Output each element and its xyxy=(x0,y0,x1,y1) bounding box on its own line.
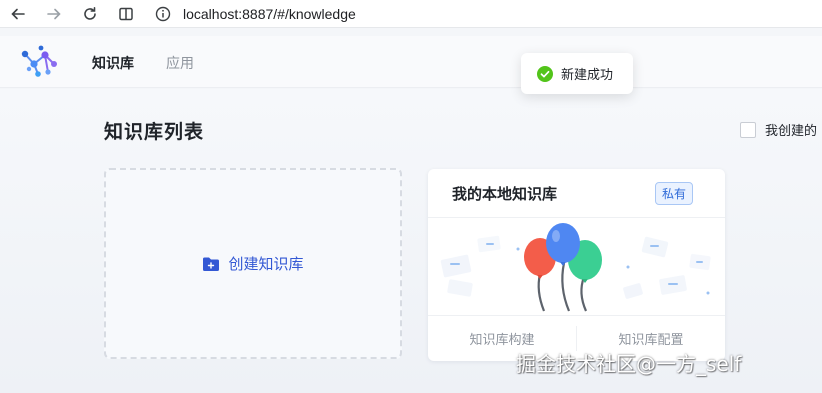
balloons-illustration xyxy=(440,223,711,312)
reload-icon[interactable] xyxy=(79,3,101,25)
created-by-me-filter[interactable]: 我创建的 xyxy=(740,120,817,139)
app-header: 知识库 应用 xyxy=(0,36,822,88)
create-knowledge-button[interactable]: 创建知识库 xyxy=(202,253,304,274)
tab-apps[interactable]: 应用 xyxy=(166,53,194,73)
created-by-me-checkbox[interactable] xyxy=(740,121,756,138)
create-knowledge-card[interactable]: 创建知识库 xyxy=(104,168,402,359)
app-logo-icon[interactable] xyxy=(18,44,62,78)
filter-label: 我创建的 xyxy=(765,124,818,139)
page-title: 知识库列表 xyxy=(104,121,205,143)
tab-knowledge[interactable]: 知识库 xyxy=(92,53,134,73)
private-badge: 私有 xyxy=(654,181,693,205)
toast-message: 新建成功 xyxy=(561,68,614,83)
knowledge-base-card[interactable]: 我的本地知识库 私有 知识库构建 知识库配置 xyxy=(428,169,725,361)
folder-add-icon xyxy=(203,257,220,271)
browser-toolbar: localhost:8887/#/knowledge xyxy=(0,0,822,28)
split-view-icon[interactable] xyxy=(115,3,137,25)
success-toast: 新建成功 xyxy=(521,53,633,94)
create-knowledge-label: 创建知识库 xyxy=(228,255,304,273)
watermark-text: 掘金技术社区@一方_self xyxy=(516,352,742,376)
knowledge-card-title[interactable]: 我的本地知识库 xyxy=(452,183,557,204)
success-check-icon xyxy=(537,65,553,82)
back-arrow-icon[interactable] xyxy=(7,3,29,25)
forward-arrow-icon[interactable] xyxy=(43,3,65,25)
knowledge-card-header: 我的本地知识库 私有 xyxy=(428,169,725,218)
site-info-icon[interactable] xyxy=(155,6,171,22)
address-bar[interactable]: localhost:8887/#/knowledge xyxy=(149,1,789,26)
url-text[interactable]: localhost:8887/#/knowledge xyxy=(183,6,356,22)
